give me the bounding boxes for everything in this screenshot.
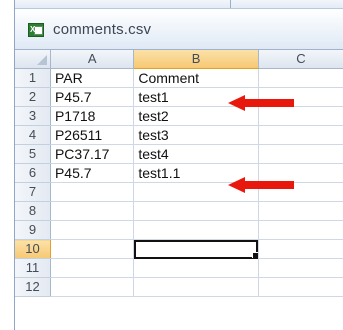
cell-a1[interactable]: PAR	[50, 68, 135, 88]
table-row: 1 PAR Comment	[15, 68, 343, 88]
row-header[interactable]: 11	[15, 258, 51, 278]
cell-b9[interactable]	[133, 220, 259, 240]
excel-file-icon-sheet	[34, 26, 43, 35]
document-titlebar[interactable]: X comments.csv	[15, 8, 343, 50]
row-header[interactable]: 9	[15, 220, 51, 240]
red-arrow-shape	[228, 95, 294, 111]
cell-a3[interactable]: P1718	[50, 106, 135, 126]
cell-a7[interactable]	[50, 182, 135, 202]
row-header[interactable]: 8	[15, 201, 51, 221]
row-header[interactable]: 12	[15, 277, 51, 297]
table-row: 11	[15, 258, 343, 278]
cell-a4[interactable]: P26511	[50, 125, 135, 145]
column-header-c[interactable]: C	[258, 50, 343, 69]
cell-b12[interactable]	[133, 277, 259, 297]
table-row: 10	[15, 239, 343, 259]
cell-a6[interactable]: P45.7	[50, 163, 135, 183]
table-row: 5 PC37.17 test4	[15, 144, 343, 164]
cell-a11[interactable]	[50, 258, 135, 278]
select-all-corner[interactable]	[15, 50, 51, 69]
excel-file-icon: X	[28, 23, 44, 37]
row-header[interactable]: 3	[15, 106, 51, 126]
cell-b11[interactable]	[133, 258, 259, 278]
cell-a5[interactable]: PC37.17	[50, 144, 135, 164]
table-row: 9	[15, 220, 343, 240]
row-header[interactable]: 7	[15, 182, 51, 202]
cell-a10[interactable]	[50, 239, 135, 259]
worksheet-grid[interactable]: A B C 1 PAR Comment 2 P45.7 test1 3 P171…	[15, 50, 343, 297]
cell-c9[interactable]	[258, 220, 343, 240]
cell-b1[interactable]: Comment	[133, 68, 259, 88]
cell-c1[interactable]	[258, 68, 343, 88]
cell-c12[interactable]	[258, 277, 343, 297]
cell-a12[interactable]	[50, 277, 135, 297]
document-title: comments.csv	[53, 21, 152, 38]
cell-b4[interactable]: test3	[133, 125, 259, 145]
cell-a8[interactable]	[50, 201, 135, 221]
cell-b5[interactable]: test4	[133, 144, 259, 164]
red-arrow-shape	[228, 177, 294, 193]
top-edge-separator	[230, 0, 231, 8]
red-arrow-icon	[228, 177, 294, 193]
cell-c8[interactable]	[258, 201, 343, 221]
select-all-triangle-icon	[36, 55, 47, 65]
cell-a2[interactable]: P45.7	[50, 87, 135, 107]
table-row: 12	[15, 277, 343, 297]
fill-handle[interactable]	[251, 252, 258, 258]
cell-c5[interactable]	[258, 144, 343, 164]
window-top-edge	[15, 0, 343, 8]
table-row: 4 P26511 test3	[15, 125, 343, 145]
row-header[interactable]: 1	[15, 68, 51, 88]
row-header[interactable]: 4	[15, 125, 51, 145]
cell-c10[interactable]	[258, 239, 343, 259]
excel-file-icon-glyph: X	[30, 25, 36, 34]
row-header[interactable]: 2	[15, 87, 51, 107]
table-row: 8	[15, 201, 343, 221]
cell-b8[interactable]	[133, 201, 259, 221]
spreadsheet-window: X comments.csv A B C 1 PAR Comment 2 P45…	[14, 0, 343, 330]
red-arrow-icon	[228, 95, 294, 111]
row-header[interactable]: 5	[15, 144, 51, 164]
cell-c4[interactable]	[258, 125, 343, 145]
cell-a9[interactable]	[50, 220, 135, 240]
row-header[interactable]: 6	[15, 163, 51, 183]
column-header-b[interactable]: B	[133, 50, 259, 69]
cell-b10-selected[interactable]	[133, 239, 259, 259]
cell-c11[interactable]	[258, 258, 343, 278]
row-header-active[interactable]: 10	[15, 239, 51, 259]
column-header-row: A B C	[15, 50, 343, 69]
column-header-a[interactable]: A	[50, 50, 135, 69]
